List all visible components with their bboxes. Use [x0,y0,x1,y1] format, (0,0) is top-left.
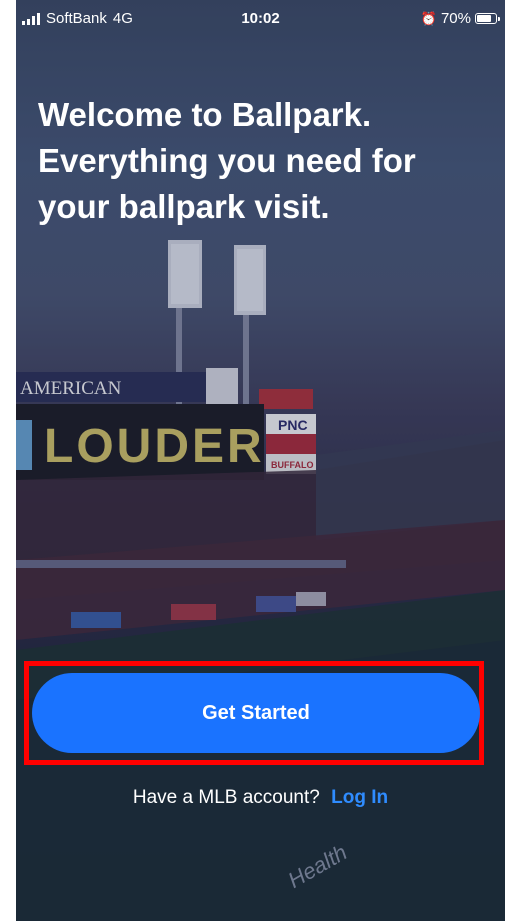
battery-fill [477,15,491,22]
welcome-line-3: your ballpark visit. [38,188,330,225]
app-screen: AMERICAN LOUDER PNC BUFFALO Health SoftB… [16,0,505,921]
login-row: Have a MLB account? Log In [16,787,505,809]
battery-icon [475,13,500,24]
get-started-button[interactable]: Get Started [32,673,480,753]
log-in-link[interactable]: Log In [331,787,388,808]
battery-percent: 70% [440,10,471,27]
status-right: ⏰ 70% [420,10,500,27]
login-prompt: Have a MLB account? [132,787,320,808]
welcome-line-1: Welcome to Ballpark. [38,96,372,133]
welcome-headline: Welcome to Ballpark. Everything you need… [38,92,488,230]
welcome-line-2: Everything you need for [38,142,416,179]
status-bar: SoftBank 4G 10:02 ⏰ 70% [16,0,505,40]
alarm-icon: ⏰ [420,10,437,26]
